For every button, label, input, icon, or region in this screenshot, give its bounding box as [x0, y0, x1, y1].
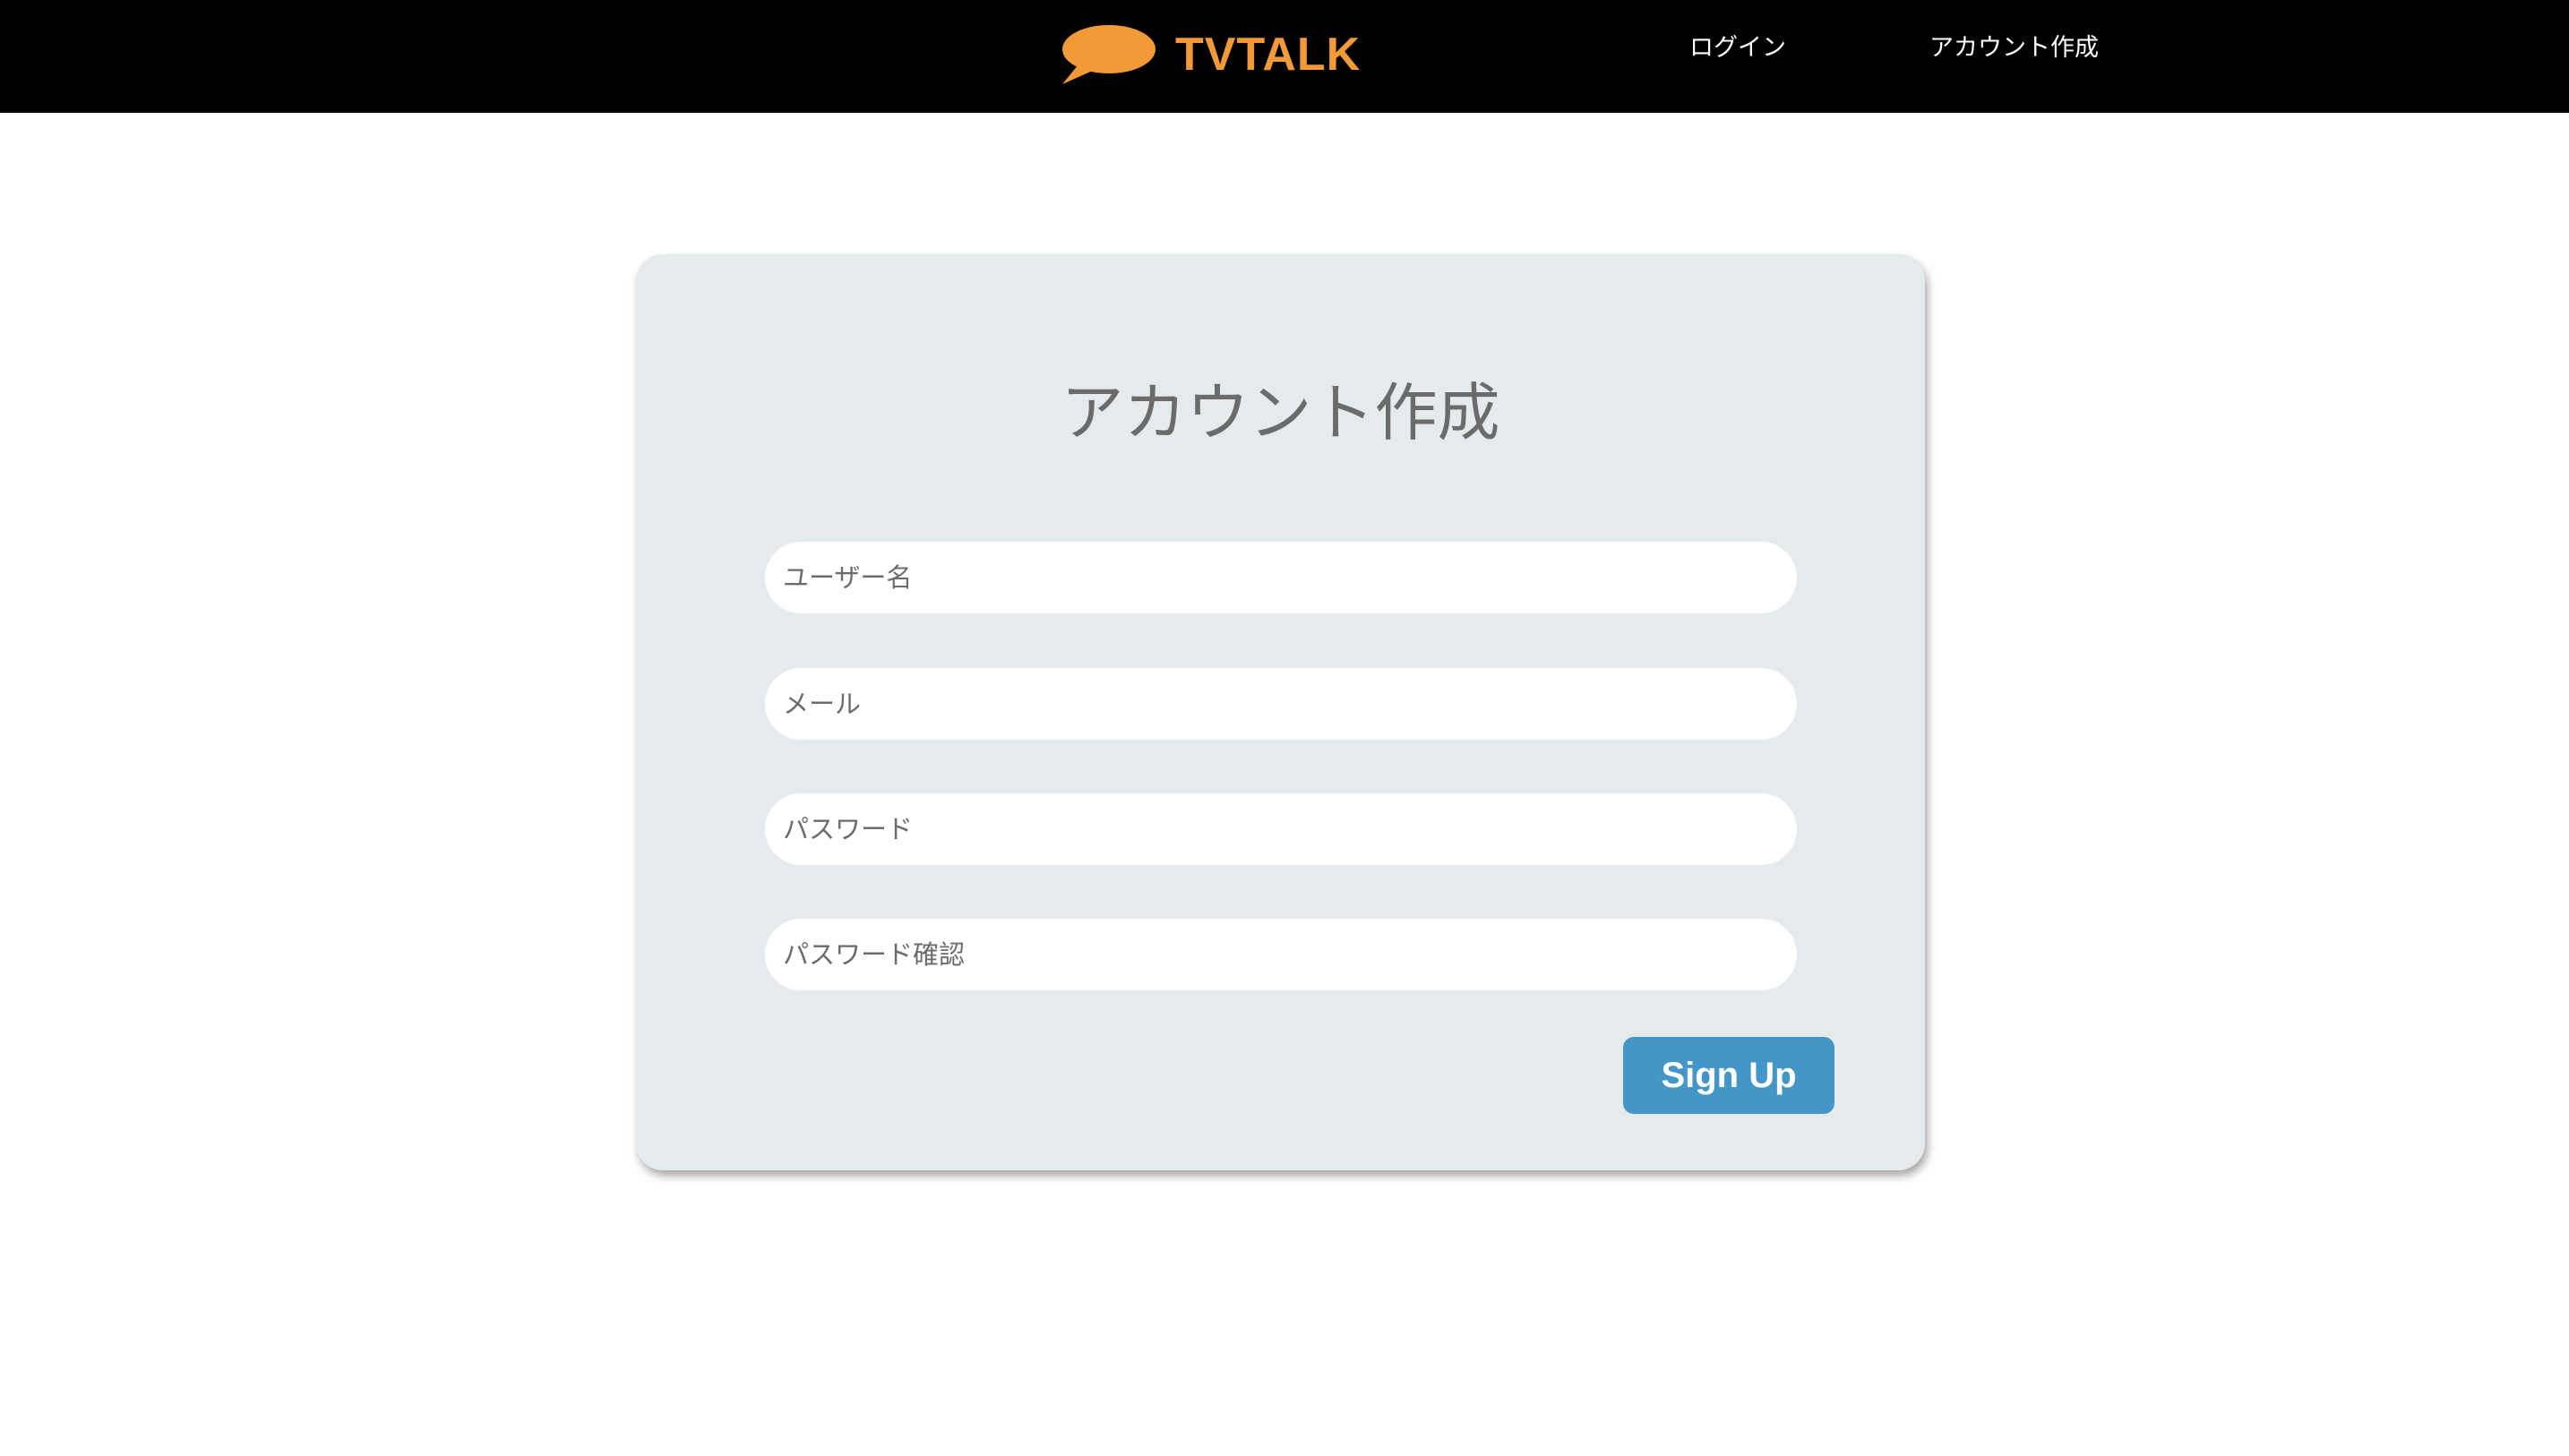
logo-text: TVTALK — [1175, 29, 1362, 81]
page-title: アカウント作成 — [1061, 376, 1500, 450]
signup-card: アカウント作成 Sign Up — [636, 254, 1925, 1170]
password-confirm-input[interactable] — [765, 919, 1797, 990]
speech-bubble-icon — [1062, 25, 1156, 84]
email-input[interactable] — [765, 668, 1797, 740]
logo-link[interactable]: TVTALK — [1061, 23, 1361, 86]
nav-login-link[interactable]: ログイン — [1689, 30, 1786, 66]
username-input[interactable] — [765, 542, 1797, 613]
nav-signup-link[interactable]: アカウント作成 — [1929, 30, 2099, 66]
password-input[interactable] — [765, 793, 1797, 865]
sign-up-button[interactable]: Sign Up — [1623, 1037, 1834, 1114]
top-header: TVTALK ログイン アカウント作成 — [0, 0, 2569, 113]
